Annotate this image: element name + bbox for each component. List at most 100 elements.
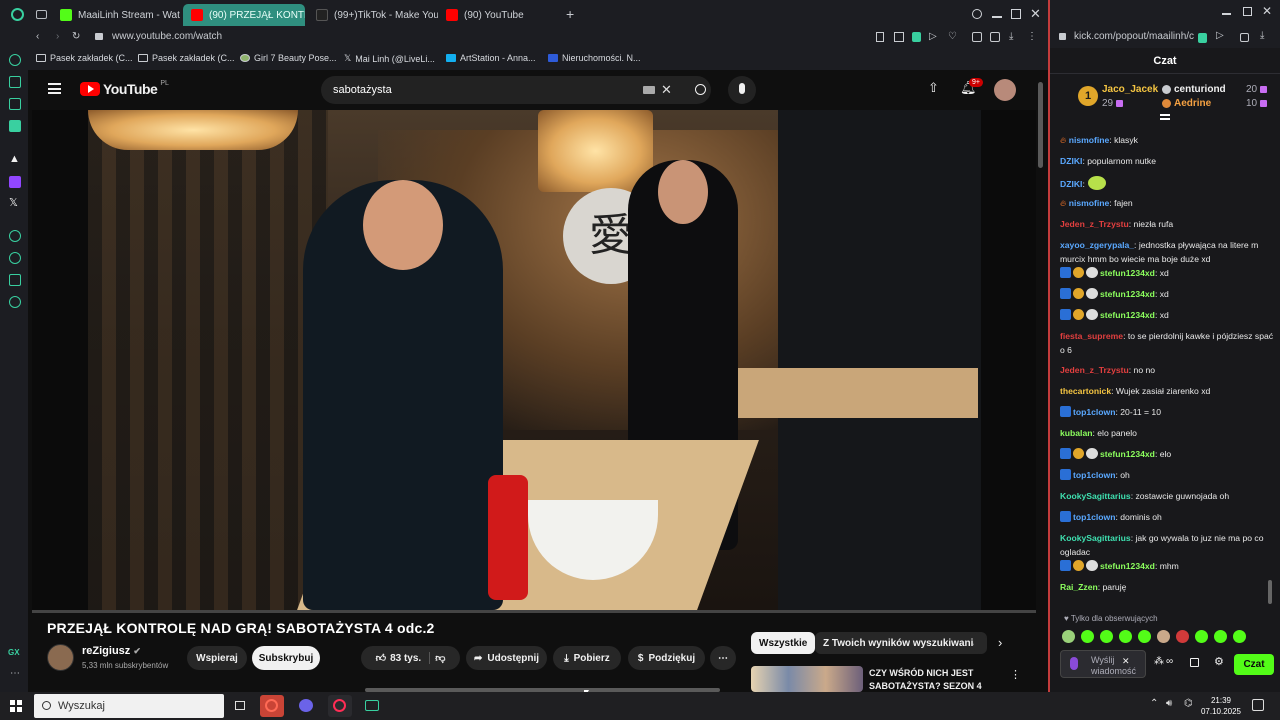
chat-username[interactable]: top1clown bbox=[1073, 470, 1116, 480]
chat-username[interactable]: Jeden_z_Trzystu bbox=[1060, 219, 1129, 229]
sidebar-more-icon[interactable]: ⋯ bbox=[10, 668, 20, 679]
taskbar-search[interactable]: Wyszukaj bbox=[34, 694, 224, 718]
sidebar-clock-icon[interactable] bbox=[9, 252, 21, 264]
chat-minimize-icon[interactable] bbox=[1222, 13, 1231, 15]
search-tabs-icon[interactable] bbox=[972, 9, 982, 19]
maximize-icon[interactable] bbox=[1011, 9, 1021, 19]
search-input[interactable]: sabotażysta ✕ bbox=[321, 76, 711, 104]
chat-username[interactable]: thecartonick bbox=[1060, 386, 1111, 396]
bookmark-nieruchomosci[interactable]: Nieruchomości. N... bbox=[548, 53, 641, 63]
leaderboard-expand-icon[interactable] bbox=[1160, 114, 1170, 120]
quick-emote-icon[interactable] bbox=[1157, 630, 1170, 643]
play-icon[interactable]: ▷ bbox=[929, 31, 937, 42]
thanks-button[interactable]: $ Podziękuj bbox=[628, 646, 705, 670]
tab-youtube-home[interactable]: (90) YouTube bbox=[438, 4, 560, 26]
chat-username[interactable]: Rai_Zzen bbox=[1060, 582, 1098, 592]
video-progress-bar[interactable] bbox=[32, 610, 1036, 613]
task-view-icon[interactable] bbox=[229, 695, 253, 717]
quick-emote-icon[interactable] bbox=[1214, 630, 1227, 643]
heart-icon[interactable]: ♡ bbox=[948, 31, 957, 42]
emote-picker-icon[interactable] bbox=[1070, 657, 1078, 670]
discord-taskbar-icon[interactable] bbox=[294, 695, 318, 717]
chat-settings-icon[interactable]: ⚙ bbox=[1214, 655, 1224, 668]
quick-emote-icon[interactable] bbox=[1233, 630, 1246, 643]
chat-url-field[interactable]: kick.com/popout/maailinh/c bbox=[1074, 31, 1194, 42]
chip-from-your-search[interactable]: Z Twoich wyników wyszukiwania bbox=[815, 632, 987, 654]
support-button[interactable]: Wspieraj bbox=[187, 646, 247, 670]
leader-3-name[interactable]: Aedrine bbox=[1174, 98, 1211, 109]
sidebar-gx-icon[interactable] bbox=[9, 76, 21, 88]
chat-shield-icon[interactable] bbox=[1198, 33, 1207, 43]
chat-play-icon[interactable]: ▷ bbox=[1216, 30, 1224, 41]
back-icon[interactable]: ‹ bbox=[36, 31, 39, 42]
forward-icon[interactable]: › bbox=[56, 31, 59, 42]
sidebar-twitch-icon[interactable] bbox=[9, 176, 21, 188]
tab-manager-icon[interactable] bbox=[36, 10, 47, 19]
channel-name[interactable]: reZigiusz ✔ bbox=[82, 645, 141, 657]
leader-1-name[interactable]: Jaco_Jacek bbox=[1102, 84, 1158, 95]
leader-2-name[interactable]: centuriond bbox=[1174, 84, 1226, 95]
sidebar-x-icon[interactable]: 𝕏 bbox=[9, 196, 21, 209]
sidebar-cube-icon[interactable] bbox=[9, 274, 21, 286]
shield-icon[interactable] bbox=[912, 32, 921, 42]
recommendation-thumbnail[interactable] bbox=[751, 666, 863, 692]
chat-username[interactable]: top1clown bbox=[1073, 512, 1116, 522]
close-icon[interactable]: ✕ bbox=[1030, 6, 1041, 22]
chat-maximize-icon[interactable] bbox=[1243, 7, 1252, 16]
tab-tiktok[interactable]: (99+)TikTok - Make Your bbox=[308, 4, 438, 26]
voice-search-button[interactable] bbox=[728, 76, 756, 104]
chat-message-input[interactable]: Wyślij wiadomość bbox=[1060, 650, 1146, 678]
bookmark-x-mai-linh[interactable]: 𝕏 Mai Linh (@LiveLi... bbox=[344, 53, 435, 64]
hamburger-menu-icon[interactable] bbox=[48, 83, 61, 94]
quick-emote-icon[interactable] bbox=[1176, 630, 1189, 643]
clear-search-icon[interactable]: ✕ bbox=[661, 76, 672, 104]
account-avatar[interactable] bbox=[994, 79, 1016, 101]
chat-close-icon[interactable]: ✕ bbox=[1262, 4, 1272, 18]
chat-username[interactable]: xayoo_zgerypala_ bbox=[1060, 240, 1134, 250]
chat-username[interactable]: DZIKI bbox=[1060, 179, 1082, 189]
chat-username[interactable]: nismofine bbox=[1069, 198, 1110, 208]
chat-username[interactable]: fiesta_supreme bbox=[1060, 331, 1123, 341]
url-field[interactable]: www.youtube.com/watch bbox=[112, 31, 222, 42]
windows-start-icon[interactable] bbox=[10, 700, 22, 712]
chat-username[interactable]: Jeden_z_Trzystu bbox=[1060, 365, 1129, 375]
sidebar-history-icon[interactable] bbox=[9, 54, 21, 66]
chat-send-button[interactable]: Czat bbox=[1234, 654, 1274, 675]
page-scrollbar[interactable] bbox=[1038, 82, 1043, 168]
screenshot-icon[interactable] bbox=[894, 32, 904, 42]
menu-dots-icon[interactable]: ⋮ bbox=[1027, 31, 1037, 42]
dislike-button[interactable]: 👎︎ bbox=[435, 652, 445, 664]
chat-download-icon[interactable]: ⤓ bbox=[1260, 30, 1264, 41]
chat-username[interactable]: stefun1234xd bbox=[1100, 310, 1155, 320]
chat-username[interactable]: top1clown bbox=[1073, 407, 1116, 417]
upload-icon[interactable]: ⇧ bbox=[928, 80, 939, 96]
pin-icon[interactable] bbox=[876, 32, 884, 42]
subscribe-button[interactable]: Subskrybuj bbox=[252, 646, 320, 670]
share-button[interactable]: ➦ Udostępnij bbox=[466, 646, 547, 670]
chip-all[interactable]: Wszystkie bbox=[751, 632, 816, 654]
video-player[interactable]: 愛 bbox=[32, 110, 1036, 610]
chat-extensions-icon[interactable] bbox=[1240, 33, 1249, 42]
reload-icon[interactable]: ↻ bbox=[72, 31, 80, 42]
youtube-logo[interactable]: YouTube PL bbox=[80, 80, 169, 97]
new-tab-plus-icon[interactable]: + bbox=[566, 7, 578, 21]
chat-username[interactable]: stefun1234xd bbox=[1100, 268, 1155, 278]
recommendation-title[interactable]: CZY WŚRÓD NICH JEST SABOTAŻYSTA? SEZON 4 bbox=[869, 667, 999, 692]
chat-username[interactable]: nismofine bbox=[1069, 135, 1110, 145]
bookmark-folder-1[interactable]: Pasek zakładek (C... bbox=[36, 53, 133, 63]
tray-up-arrow-icon[interactable]: ⌃ bbox=[1150, 698, 1158, 709]
quick-emote-icon[interactable] bbox=[1081, 630, 1094, 643]
opera-gx-taskbar-icon[interactable] bbox=[328, 695, 352, 717]
chat-close-reply-icon[interactable]: ✕ bbox=[1122, 656, 1130, 667]
quick-emote-icon[interactable] bbox=[1195, 630, 1208, 643]
chat-username[interactable]: stefun1234xd bbox=[1100, 289, 1155, 299]
quick-emote-icon[interactable] bbox=[1119, 630, 1132, 643]
quick-emote-icon[interactable] bbox=[1100, 630, 1113, 643]
chat-scrollbar[interactable] bbox=[1268, 580, 1272, 604]
xbox-taskbar-icon[interactable] bbox=[360, 695, 384, 717]
download-icon[interactable]: ⤓ bbox=[1009, 31, 1013, 42]
opera-logo-icon[interactable] bbox=[11, 8, 24, 21]
notification-center-icon[interactable] bbox=[1252, 699, 1264, 711]
quick-emote-icon[interactable] bbox=[1138, 630, 1151, 643]
chat-username[interactable]: KookySagittarius bbox=[1060, 533, 1131, 543]
